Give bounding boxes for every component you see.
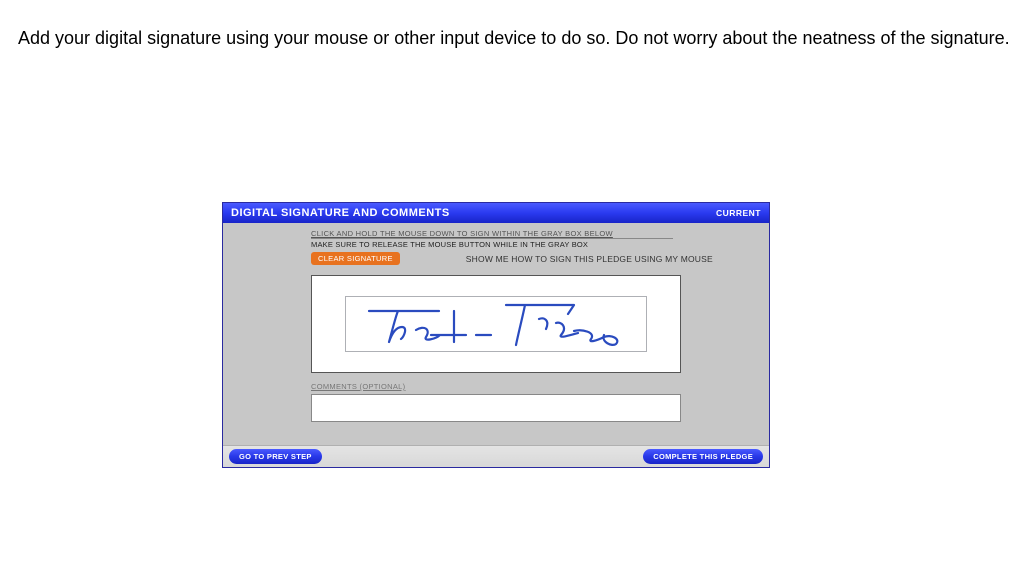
complete-pledge-button[interactable]: COMPLETE THIS PLEDGE bbox=[643, 449, 763, 464]
panel-header: DIGITAL SIGNATURE AND COMMENTS CURRENT bbox=[223, 203, 769, 223]
signature-area-container bbox=[311, 275, 681, 373]
comments-input[interactable] bbox=[311, 394, 681, 422]
clear-signature-button[interactable]: CLEAR SIGNATURE bbox=[311, 252, 400, 265]
page-instruction: Add your digital signature using your mo… bbox=[18, 28, 1010, 49]
panel-title: DIGITAL SIGNATURE AND COMMENTS bbox=[231, 207, 450, 219]
panel-status: CURRENT bbox=[716, 208, 761, 218]
instruction-line2: MAKE SURE TO RELEASE THE MOUSE BUTTON WH… bbox=[311, 240, 759, 249]
instruction-divider bbox=[311, 238, 673, 239]
instructions-area: CLICK AND HOLD THE MOUSE DOWN TO SIGN WI… bbox=[311, 229, 759, 265]
comments-label: COMMENTS (OPTIONAL) bbox=[311, 382, 769, 391]
panel-footer: GO TO PREV STEP COMPLETE THIS PLEDGE bbox=[223, 445, 769, 467]
instruction-line1: CLICK AND HOLD THE MOUSE DOWN TO SIGN WI… bbox=[311, 229, 759, 238]
panel-body: CLICK AND HOLD THE MOUSE DOWN TO SIGN WI… bbox=[223, 223, 769, 447]
signature-canvas[interactable] bbox=[345, 296, 647, 352]
signature-stroke bbox=[346, 297, 648, 353]
prev-step-button[interactable]: GO TO PREV STEP bbox=[229, 449, 322, 464]
help-text-link[interactable]: SHOW ME HOW TO SIGN THIS PLEDGE USING MY… bbox=[466, 254, 713, 264]
signature-panel: DIGITAL SIGNATURE AND COMMENTS CURRENT C… bbox=[222, 202, 770, 468]
